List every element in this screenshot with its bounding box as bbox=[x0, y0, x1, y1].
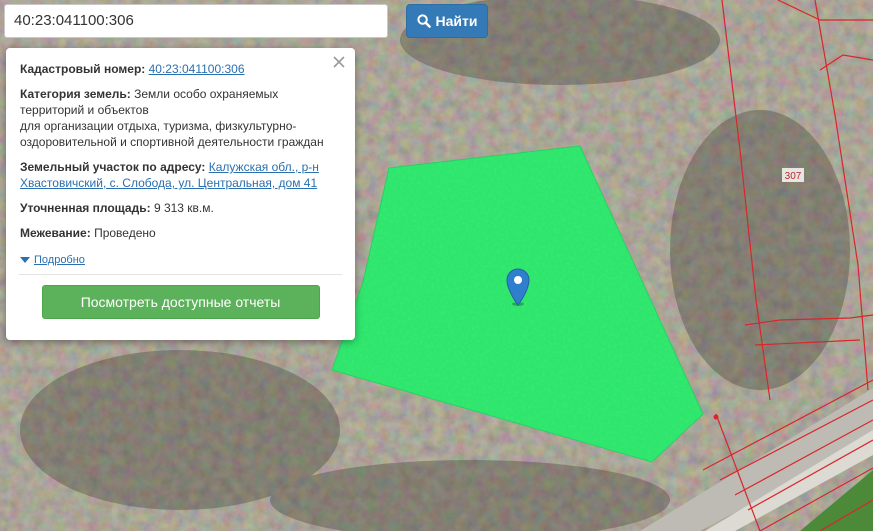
view-reports-button[interactable]: Посмотреть доступные отчеты bbox=[41, 285, 320, 319]
parcel-label-307: 307 bbox=[782, 168, 804, 182]
cadastral-number-link[interactable]: 40:23:041100:306 bbox=[149, 62, 245, 76]
land-category-value-4: оздоровительной и спортивной деятельност… bbox=[20, 135, 324, 149]
cadastral-number-label: Кадастровый номер: bbox=[20, 62, 146, 76]
parcel-info-popup: Кадастровый номер: 40:23:041100:306 Кате… bbox=[6, 48, 355, 340]
survey-value: Проведено bbox=[94, 226, 156, 240]
land-category-value-1: Земли особо охраняемых bbox=[134, 87, 279, 101]
details-link[interactable]: Подробно bbox=[34, 252, 85, 268]
survey-field: Межевание: Проведено bbox=[20, 225, 341, 241]
land-category-value-3: для организации отдыха, туризма, физкуль… bbox=[20, 119, 297, 133]
caret-down-icon bbox=[20, 256, 30, 264]
search-icon bbox=[416, 14, 431, 28]
survey-label: Межевание: bbox=[20, 226, 91, 240]
details-toggle[interactable]: Подробно bbox=[20, 252, 341, 268]
search-button-label: Найти bbox=[435, 13, 478, 29]
address-link-1[interactable]: Калужская обл., р-н bbox=[209, 160, 319, 174]
svg-text:307: 307 bbox=[785, 171, 802, 182]
popup-divider bbox=[19, 274, 342, 275]
land-category-label: Категория земель: bbox=[20, 87, 131, 101]
address-field: Земельный участок по адресу: Калужская о… bbox=[20, 159, 341, 191]
cadastral-number-field: Кадастровый номер: 40:23:041100:306 bbox=[20, 61, 341, 77]
search-button[interactable]: Найти bbox=[406, 4, 488, 38]
land-category-value-2: территорий и объектов bbox=[20, 103, 149, 117]
search-input[interactable] bbox=[4, 4, 388, 38]
boundary-point bbox=[713, 414, 719, 420]
address-link-2[interactable]: Хвастовичский, с. Слобода, ул. Центральн… bbox=[20, 176, 317, 190]
land-category-field: Категория земель: Земли особо охраняемых… bbox=[20, 86, 341, 150]
area-label: Уточненная площадь: bbox=[20, 201, 151, 215]
area-field: Уточненная площадь: 9 313 кв.м. bbox=[20, 200, 341, 216]
close-icon[interactable] bbox=[331, 54, 347, 70]
address-label: Земельный участок по адресу: bbox=[20, 160, 206, 174]
area-value: 9 313 кв.м. bbox=[153, 201, 214, 215]
